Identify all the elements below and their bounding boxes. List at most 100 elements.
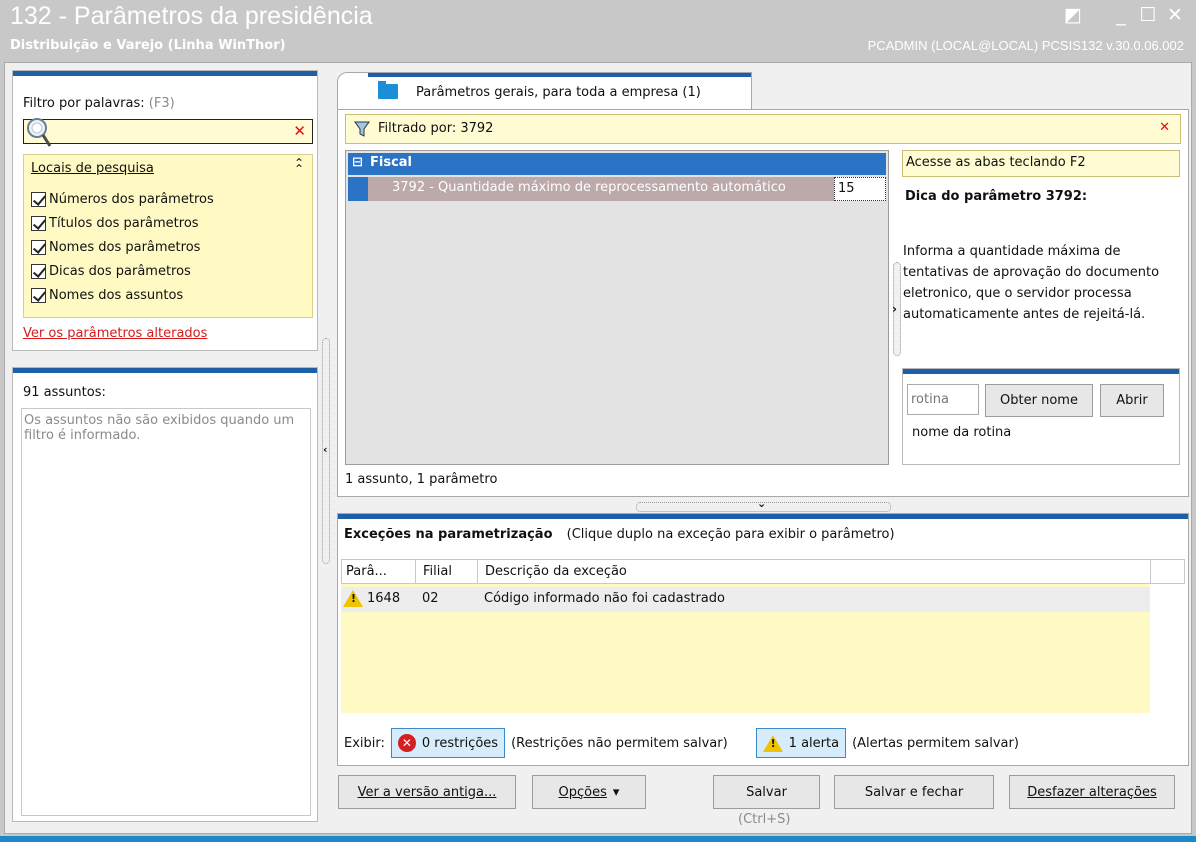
save-button[interactable]: Salvar <box>713 775 820 809</box>
column-divider[interactable] <box>1150 560 1151 584</box>
filter-status-text: Filtrado por: 3792 <box>378 121 494 136</box>
checkbox-titulos[interactable]: Títulos dos parâmetros <box>31 211 199 235</box>
restrictions-label: 0 restrições <box>421 735 499 751</box>
clear-filter-icon[interactable]: ✕ <box>1159 120 1170 135</box>
subjects-count: 91 assuntos: <box>23 385 106 400</box>
tree-group-label: Fiscal <box>370 155 413 170</box>
chevron-down-icon[interactable]: ⌄ <box>757 497 766 510</box>
undo-changes-button[interactable]: Desfazer alterações <box>1009 775 1175 809</box>
exceptions-title: Exceções na parametrização <box>344 527 553 542</box>
window-subtitle: Distribuição e Varejo (Linha WinThor) <box>10 38 286 53</box>
open-button[interactable]: Abrir <box>1100 384 1164 417</box>
filter-label: Filtro por palavras: (F3) <box>23 96 175 111</box>
exceptions-grid-header: Parâ... Filial Descrição da exceção <box>341 559 1185 584</box>
collapse-icon[interactable]: ⌃ ⌃ <box>294 157 304 175</box>
session-info: PCADMIN (LOCAL@LOCAL) PCSIS132 v.30.0.06… <box>867 38 1184 53</box>
restrictions-toggle[interactable]: ✕ 0 restrições <box>390 728 506 758</box>
alerts-toggle[interactable]: ! 1 alerta <box>755 728 847 758</box>
access-tabs-text: Acesse as abas teclando F2 <box>906 155 1086 170</box>
expand-right-icon[interactable]: › <box>892 302 897 316</box>
panel-accent-bar <box>903 369 1179 374</box>
save-shortcut-hint: (Ctrl+S) <box>738 812 791 827</box>
old-version-button[interactable]: Ver a versão antiga... <box>338 775 516 809</box>
parameter-value-field[interactable]: 15 <box>834 177 886 201</box>
window-bottom-border <box>0 836 1196 842</box>
checkbox-icon[interactable] <box>31 191 46 207</box>
tree-status: 1 assunto, 1 parâmetro <box>345 472 498 487</box>
search-input[interactable] <box>52 122 282 141</box>
alerts-label: 1 alerta <box>788 735 840 751</box>
warning-icon: ! <box>762 734 783 752</box>
maximize-icon[interactable]: ☐ <box>1135 4 1161 26</box>
filter-shortcut: (F3) <box>148 96 175 111</box>
restrictions-note: (Restrições não permitem salvar) <box>511 735 728 751</box>
subjects-list[interactable]: Os assuntos não são exibidos quando um f… <box>21 408 311 816</box>
panel-accent-bar <box>338 514 1188 519</box>
minimize-icon[interactable]: _ <box>1108 4 1134 26</box>
checkbox-label: Dicas dos parâmetros <box>49 263 191 279</box>
options-button[interactable]: Opções ▾ <box>532 775 646 809</box>
checkbox-label: Nomes dos assuntos <box>49 287 184 303</box>
checkbox-assuntos[interactable]: Nomes dos assuntos <box>31 283 183 307</box>
folder-icon <box>378 81 398 99</box>
tab-accent-bar <box>368 73 751 77</box>
search-field[interactable]: ✕ <box>23 118 313 147</box>
panel-accent-bar <box>13 71 317 76</box>
collapse-group-icon[interactable]: ⊟ <box>352 155 363 170</box>
row-filial: 02 <box>422 591 439 606</box>
checkbox-icon[interactable] <box>31 263 46 279</box>
access-tabs-hint: Acesse as abas teclando F2 <box>902 150 1180 177</box>
search-locations-box: Locais de pesquisa ⌃ ⌃ Números dos parâme… <box>23 154 313 318</box>
panel-accent-bar <box>13 368 317 373</box>
hint-title: Dica do parâmetro 3792: <box>905 189 1088 204</box>
row-description: Código informado não foi cadastrado <box>484 591 725 606</box>
collapse-left-icon[interactable]: ‹ <box>323 443 328 456</box>
display-filter-bar: Exibir: ✕ 0 restrições (Restrições não p… <box>344 728 1019 758</box>
checkbox-icon[interactable] <box>31 215 46 231</box>
column-header-filial[interactable]: Filial <box>423 564 452 579</box>
checkbox-label: Números dos parâmetros <box>49 191 214 207</box>
parameters-tree[interactable]: ⊟ Fiscal 3792 - Quantidade máximo de rep… <box>345 150 889 465</box>
display-label: Exibir: <box>344 735 385 751</box>
checkbox-icon[interactable] <box>31 239 46 255</box>
error-icon: ✕ <box>397 734 416 752</box>
filter-label-text: Filtro por palavras: <box>23 96 145 111</box>
changed-params-link[interactable]: Ver os parâmetros alterados <box>23 326 207 341</box>
clear-search-icon[interactable]: ✕ <box>293 122 306 140</box>
exceptions-instructions: (Clique duplo na exceção para exibir o p… <box>566 527 895 542</box>
warning-icon: ! <box>343 590 363 611</box>
search-locations-title[interactable]: Locais de pesquisa <box>31 161 154 176</box>
close-icon[interactable]: ✕ <box>1162 4 1188 26</box>
checkbox-icon[interactable] <box>31 287 46 303</box>
parameter-value: 15 <box>838 181 855 196</box>
column-header-param[interactable]: Parâ... <box>346 564 387 579</box>
search-icon <box>27 118 52 147</box>
parameter-title: 3792 - Quantidade máximo de reprocessame… <box>392 180 786 195</box>
tab-parametros-gerais[interactable]: Parâmetros gerais, para toda a empresa (… <box>337 72 752 110</box>
checkbox-numeros[interactable]: Números dos parâmetros <box>31 187 214 211</box>
routine-input[interactable] <box>907 384 979 415</box>
column-divider[interactable] <box>415 560 416 584</box>
routine-name-label: nome da rotina <box>912 425 1012 440</box>
subjects-panel: 91 assuntos: Os assuntos não são exibido… <box>12 367 318 822</box>
restore-icon[interactable]: ◩ <box>1060 4 1086 26</box>
subjects-empty-message: Os assuntos não são exibidos quando um f… <box>24 413 295 443</box>
save-close-button[interactable]: Salvar e fechar <box>834 775 994 809</box>
tree-row-3792[interactable]: 3792 - Quantidade máximo de reprocessame… <box>368 177 834 201</box>
tree-indent <box>348 177 368 201</box>
table-row[interactable]: ! 1648 02 Código informado não foi cadas… <box>341 587 1150 612</box>
exceptions-header: Exceções na parametrização (Clique duplo… <box>344 527 895 542</box>
checkbox-dicas[interactable]: Dicas dos parâmetros <box>31 259 191 283</box>
tree-group-fiscal[interactable]: ⊟ Fiscal <box>348 153 886 175</box>
dropdown-arrow-icon: ▾ <box>612 784 620 800</box>
funnel-icon <box>354 121 370 137</box>
row-param: 1648 <box>367 591 401 606</box>
get-name-button[interactable]: Obter nome <box>985 384 1093 417</box>
hint-text: Informa a quantidade máxima de tentativa… <box>903 244 1160 322</box>
filter-status-bar: Filtrado por: 3792 ✕ <box>345 114 1181 144</box>
column-header-descricao[interactable]: Descrição da exceção <box>485 564 627 579</box>
column-divider[interactable] <box>477 560 478 584</box>
window-title: 132 - Parâmetros da presidência <box>10 2 373 30</box>
checkbox-label: Nomes dos parâmetros <box>49 239 201 255</box>
checkbox-nomes[interactable]: Nomes dos parâmetros <box>31 235 200 259</box>
